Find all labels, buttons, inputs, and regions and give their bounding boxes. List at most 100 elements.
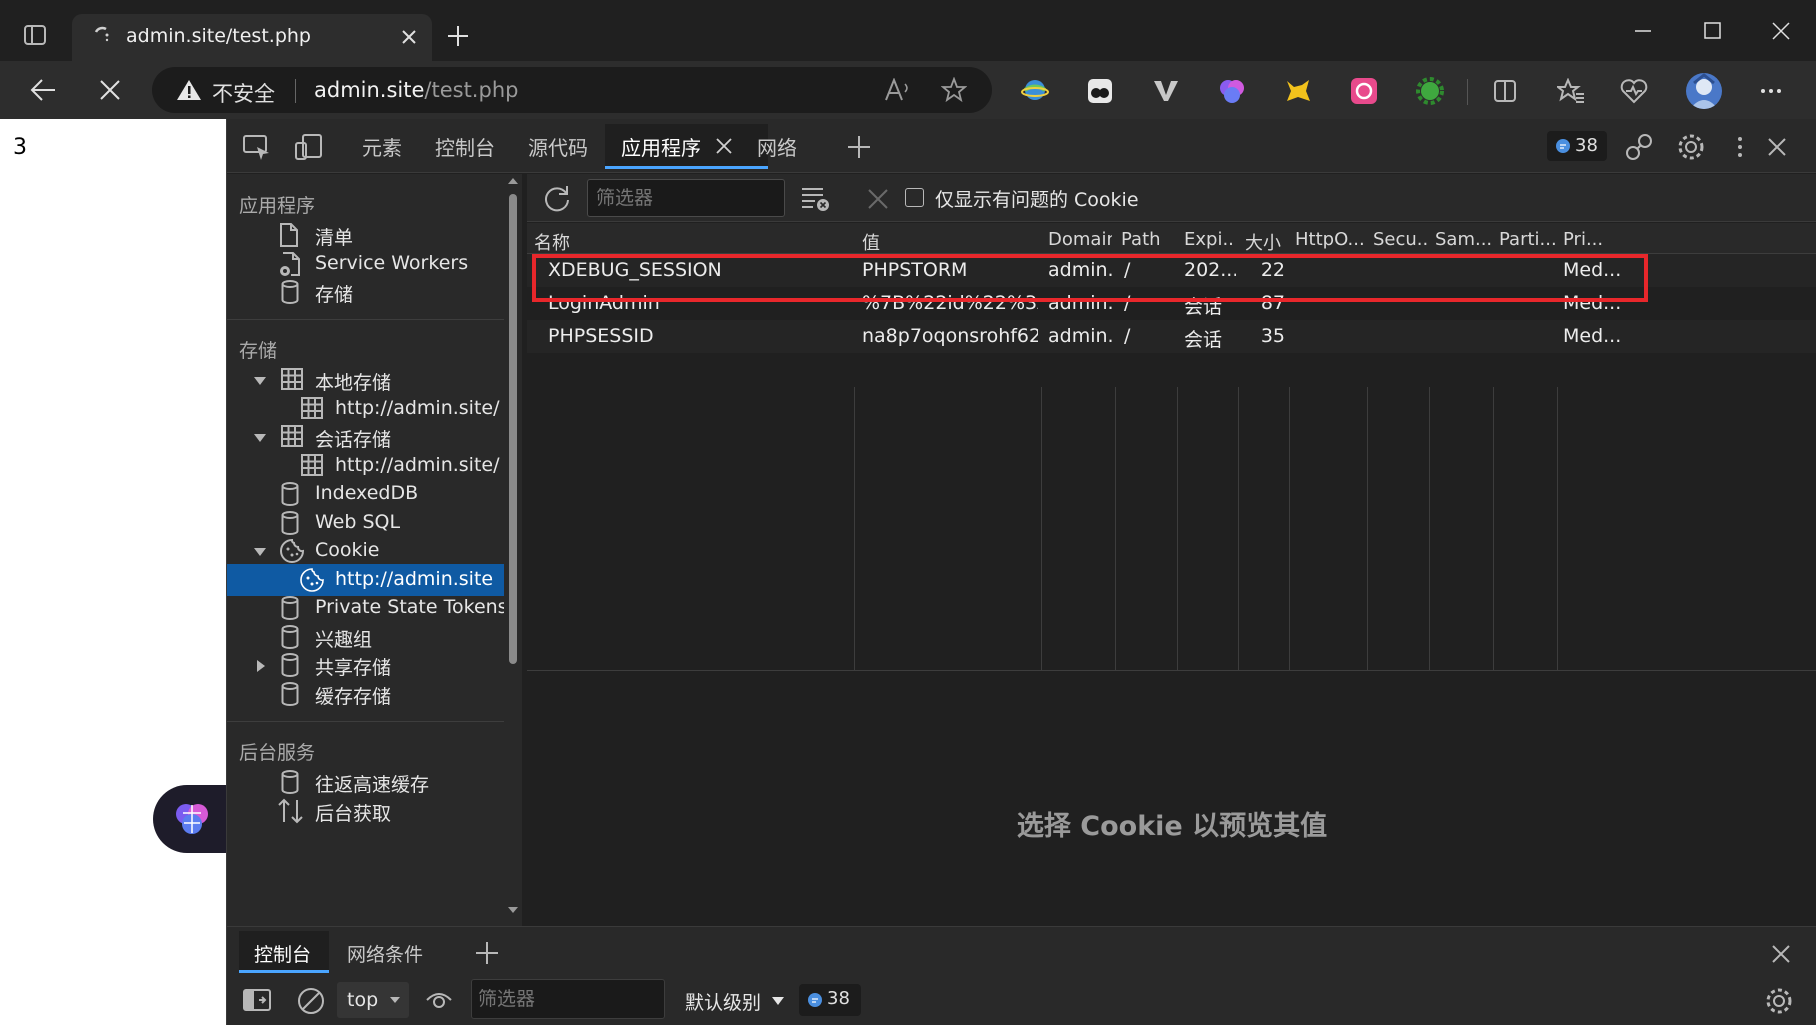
sidebar-item-background-fetch[interactable]: 后台获取 xyxy=(227,795,504,827)
context-select[interactable]: top xyxy=(337,982,409,1018)
column-header-expires[interactable]: Expi... xyxy=(1184,229,1234,250)
extension-mask-icon[interactable] xyxy=(1086,77,1114,105)
devtools-more-icon[interactable] xyxy=(1737,136,1743,158)
cell-name: PHPSESSID xyxy=(548,325,654,347)
maximize-icon[interactable] xyxy=(1704,22,1721,39)
column-header-samesite[interactable]: Sam... xyxy=(1435,229,1491,250)
sidebar-item-indexeddb[interactable]: IndexedDB xyxy=(227,478,504,510)
console-issues-badge[interactable]: 38 xyxy=(799,984,861,1016)
address-bar[interactable]: 不安全 admin.site/test.php xyxy=(152,67,992,113)
column-header-value[interactable]: 值 xyxy=(862,229,1032,255)
scroll-up-arrow-icon[interactable] xyxy=(507,177,519,185)
table-row[interactable]: PHPSESSID na8p7oqonsrohf623... admin... … xyxy=(527,320,1816,353)
sidebar-item-bfcache[interactable]: 往返高速缓存 xyxy=(227,766,504,798)
tab-application[interactable]: 应用程序 xyxy=(621,132,701,161)
stop-loading-icon[interactable] xyxy=(99,79,121,101)
tab-console[interactable]: 控制台 xyxy=(435,132,495,161)
tab-actions-icon[interactable] xyxy=(24,24,46,46)
close-tab-icon[interactable] xyxy=(400,28,418,46)
column-header-priority[interactable]: Pri... xyxy=(1563,229,1623,250)
sidebar-item-session-storage[interactable]: 会话存储 xyxy=(227,421,504,453)
expand-arrow-icon[interactable] xyxy=(253,376,267,386)
customize-connect-icon[interactable] xyxy=(1625,133,1653,161)
extension-gear-green-icon[interactable] xyxy=(1416,77,1444,105)
sidebar-item-label: 往返高速缓存 xyxy=(315,774,430,796)
scrollbar-thumb[interactable] xyxy=(509,194,517,664)
column-header-domain[interactable]: Domain xyxy=(1048,229,1112,250)
dropdown-arrow-icon xyxy=(389,996,401,1004)
settings-gear-icon[interactable] xyxy=(1677,133,1705,161)
sidebar-item-cache-storage[interactable]: 缓存存储 xyxy=(227,678,504,710)
address-divider xyxy=(295,79,296,103)
sidebar-scrollbar[interactable] xyxy=(504,174,522,926)
extension-fox-icon[interactable] xyxy=(1284,77,1312,105)
close-drawer-icon[interactable] xyxy=(1771,944,1791,964)
show-sidebar-icon[interactable] xyxy=(243,989,271,1011)
drawer-add-tab-icon[interactable] xyxy=(475,941,499,965)
drawer-tab-console[interactable]: 控制台 xyxy=(254,940,311,967)
close-devtools-icon[interactable] xyxy=(1767,137,1787,157)
cookie-filter-input[interactable] xyxy=(587,179,785,217)
clear-all-cookies-icon[interactable] xyxy=(801,186,831,212)
clear-console-icon[interactable] xyxy=(297,987,325,1015)
profile-avatar[interactable] xyxy=(1686,73,1722,109)
column-header-httponly[interactable]: HttpO... xyxy=(1295,229,1365,250)
minimize-icon[interactable] xyxy=(1634,29,1652,33)
cell-value: na8p7oqonsrohf623... xyxy=(862,325,1038,347)
tab-network[interactable]: 网络 xyxy=(757,132,797,161)
refresh-icon[interactable] xyxy=(543,184,571,212)
close-application-tab-icon[interactable] xyxy=(715,137,733,155)
sidebar-item-manifest[interactable]: 清单 xyxy=(227,219,504,251)
browser-tab[interactable]: admin.site/test.php xyxy=(72,14,432,61)
extension-v-icon[interactable] xyxy=(1153,79,1179,103)
collapse-arrow-icon[interactable] xyxy=(256,659,266,673)
issues-badge[interactable]: 38 xyxy=(1547,131,1607,161)
issues-chat-icon xyxy=(1555,138,1571,154)
read-aloud-icon[interactable] xyxy=(884,78,912,102)
tab-elements[interactable]: 元素 xyxy=(362,132,402,161)
warning-icon[interactable] xyxy=(176,78,202,102)
scroll-down-arrow-icon[interactable] xyxy=(507,906,519,914)
security-label[interactable]: 不安全 xyxy=(212,78,275,108)
extension-brain-icon[interactable] xyxy=(1218,77,1246,105)
browser-essentials-icon[interactable] xyxy=(1620,78,1648,104)
more-tabs-plus-icon[interactable] xyxy=(847,135,871,159)
column-header-secure[interactable]: Secu... xyxy=(1373,229,1427,250)
column-header-path[interactable]: Path xyxy=(1121,229,1175,250)
drawer-tab-network-conditions[interactable]: 网络条件 xyxy=(347,940,423,967)
device-toolbar-icon[interactable] xyxy=(295,134,323,160)
extension-globe-icon[interactable] xyxy=(1021,77,1049,103)
sidebar-item-app-storage[interactable]: 存储 xyxy=(227,276,504,308)
level-dropdown-arrow-icon[interactable] xyxy=(771,996,785,1006)
column-header-name[interactable]: 名称 xyxy=(534,229,844,255)
only-issues-label[interactable]: 仅显示有问题的 Cookie xyxy=(935,185,1139,212)
extension-openai-icon[interactable] xyxy=(1350,77,1378,105)
more-menu-icon[interactable] xyxy=(1760,88,1782,94)
close-window-icon[interactable] xyxy=(1772,22,1790,40)
inspect-element-icon[interactable] xyxy=(243,135,271,161)
new-tab-icon[interactable] xyxy=(446,24,470,48)
console-settings-gear-icon[interactable] xyxy=(1765,987,1793,1015)
only-issues-checkbox[interactable] xyxy=(905,188,924,207)
delete-selected-icon[interactable] xyxy=(867,188,889,210)
live-expression-eye-icon[interactable] xyxy=(425,989,453,1011)
sidebar-item-cookie[interactable]: Cookie xyxy=(227,535,504,567)
expand-arrow-icon[interactable] xyxy=(253,547,267,557)
split-screen-icon[interactable] xyxy=(1493,79,1517,103)
expand-arrow-icon[interactable] xyxy=(253,433,267,443)
back-icon[interactable] xyxy=(30,78,56,102)
column-header-size[interactable]: 大小 xyxy=(1245,229,1287,255)
cookie-preview-pane: 选择 Cookie 以预览其值 xyxy=(527,670,1816,926)
url-text[interactable]: admin.site/test.php xyxy=(314,78,518,102)
favorites-icon[interactable] xyxy=(1557,78,1585,104)
floating-assistant-button[interactable] xyxy=(153,785,227,853)
favorite-star-icon[interactable] xyxy=(941,77,967,103)
tab-sources[interactable]: 源代码 xyxy=(528,132,588,161)
sidebar-item-private-state-tokens[interactable]: Private State Tokens xyxy=(227,592,504,624)
sidebar-item-shared-storage[interactable]: 共享存储 xyxy=(227,649,504,681)
console-filter-input[interactable] xyxy=(471,979,665,1019)
log-level-select[interactable]: 默认级别 xyxy=(685,988,761,1015)
column-header-partition[interactable]: Parti... xyxy=(1499,229,1555,250)
up-down-arrows-icon xyxy=(277,798,305,824)
sidebar-item-local-storage[interactable]: 本地存储 xyxy=(227,364,504,396)
